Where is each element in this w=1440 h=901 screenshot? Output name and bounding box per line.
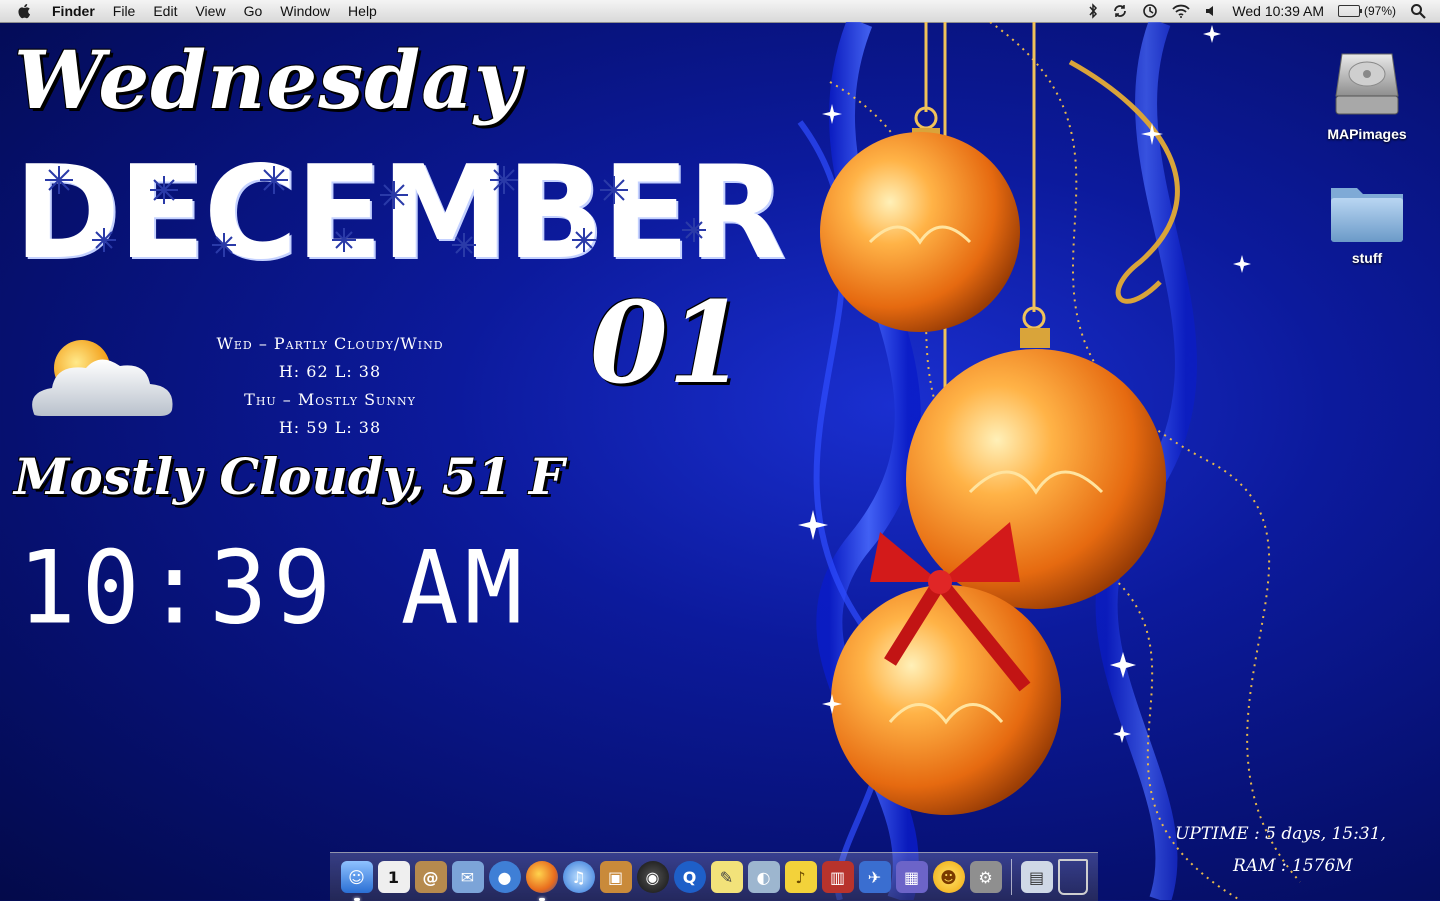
desktop-clock: 10:39 AM xyxy=(18,529,529,647)
forecast-tomorrow-temps: H: 59 L: 38 xyxy=(278,418,382,437)
partly-cloudy-weather-icon xyxy=(32,340,173,416)
ram-text: RAM : 1576M xyxy=(1233,856,1353,876)
wifi-icon[interactable] xyxy=(1172,4,1191,18)
forecast-tomorrow: Thu – Mostly Sunny xyxy=(244,390,416,409)
finder-icon[interactable]: ☺ xyxy=(340,861,373,901)
menu-edit[interactable]: Edit xyxy=(153,3,177,19)
documents-stack-icon[interactable]: ▤ xyxy=(1020,861,1053,893)
cyberduck-icon[interactable]: ♪ xyxy=(784,861,817,893)
spotlight-search-icon[interactable] xyxy=(1410,3,1426,19)
wallpaper-ornaments xyxy=(797,22,1301,900)
spaces-icon[interactable]: ▦ xyxy=(895,861,928,893)
quicktime-icon[interactable]: Q xyxy=(673,861,706,893)
system-stats: UPTIME : 5 days, 15:31, RAM : 1576M xyxy=(1175,818,1440,882)
stickies-icon[interactable]: ✎ xyxy=(710,861,743,893)
menu-go[interactable]: Go xyxy=(244,3,263,19)
desktop-icon-mapimages[interactable]: MAPimages xyxy=(1312,46,1422,142)
photo-booth-icon[interactable]: ▥ xyxy=(821,861,854,893)
uptime-text: UPTIME : 5 days, 15:31, xyxy=(1175,824,1386,844)
battery-icon xyxy=(1337,5,1362,17)
volume-icon[interactable] xyxy=(1204,4,1218,18)
transmit-icon[interactable]: ✈ xyxy=(858,861,891,893)
mail-icon[interactable]: ✉ xyxy=(451,861,484,893)
menu-extras: Wed 10:39 AM (97%) xyxy=(1088,0,1426,22)
ical-icon[interactable]: 1 xyxy=(377,861,410,893)
dvd-player-icon[interactable]: ◉ xyxy=(636,861,669,893)
menu-window[interactable]: Window xyxy=(280,3,330,19)
desktop-icon-label: MAPimages xyxy=(1327,126,1407,142)
forecast-today-temps: H: 62 L: 38 xyxy=(278,362,382,381)
folder-icon xyxy=(1331,188,1403,242)
system-preferences-icon[interactable]: ⚙ xyxy=(969,861,1002,893)
bluetooth-icon[interactable] xyxy=(1088,3,1098,19)
trash-icon[interactable] xyxy=(1057,859,1088,895)
firefox-icon[interactable] xyxy=(525,861,558,901)
day-of-month-label: 01 xyxy=(590,278,746,409)
dock-separator xyxy=(1010,859,1012,895)
desktop-icon-label: stuff xyxy=(1351,250,1383,266)
month-label: DECEMBER xyxy=(14,139,786,288)
time-machine-icon[interactable] xyxy=(1142,3,1158,19)
menubar-clock[interactable]: Wed 10:39 AM xyxy=(1232,3,1324,19)
current-conditions: Mostly Cloudy, 51 F xyxy=(14,447,565,506)
apple-menu-icon[interactable] xyxy=(16,2,34,20)
menu-bar: Finder File Edit View Go Window Help Wed… xyxy=(0,0,1440,23)
menu-view[interactable]: View xyxy=(195,3,225,19)
hard-drive-icon xyxy=(1335,53,1399,115)
menu-app-finder[interactable]: Finder xyxy=(52,3,95,19)
menu-file[interactable]: File xyxy=(113,3,136,19)
iphoto-icon[interactable]: ▣ xyxy=(599,861,632,893)
dock: ☺ 1 @ ✉ ● ♫ ▣ ◉ Q ✎ ◐ ♪ ▥ ✈ ▦ ☻ ⚙ ▤ xyxy=(330,852,1098,901)
address-book-icon[interactable]: @ xyxy=(414,861,447,893)
preview-icon[interactable]: ◐ xyxy=(747,861,780,893)
ichat-icon[interactable]: ● xyxy=(488,861,521,893)
menu-help[interactable]: Help xyxy=(348,3,377,19)
forecast-widget: Wed – Partly Cloudy/Wind H: 62 L: 38 Thu… xyxy=(170,330,490,442)
forecast-today: Wed – Partly Cloudy/Wind xyxy=(216,334,444,353)
battery-percent: (97%) xyxy=(1363,4,1396,18)
battery-status[interactable]: (97%) xyxy=(1337,4,1396,18)
desktop-icon-stuff[interactable]: stuff xyxy=(1312,178,1422,266)
itunes-icon[interactable]: ♫ xyxy=(562,861,595,893)
adium-icon[interactable]: ☻ xyxy=(932,861,965,893)
sync-icon[interactable] xyxy=(1112,3,1128,19)
weekday-label: Wednesday xyxy=(14,33,522,127)
